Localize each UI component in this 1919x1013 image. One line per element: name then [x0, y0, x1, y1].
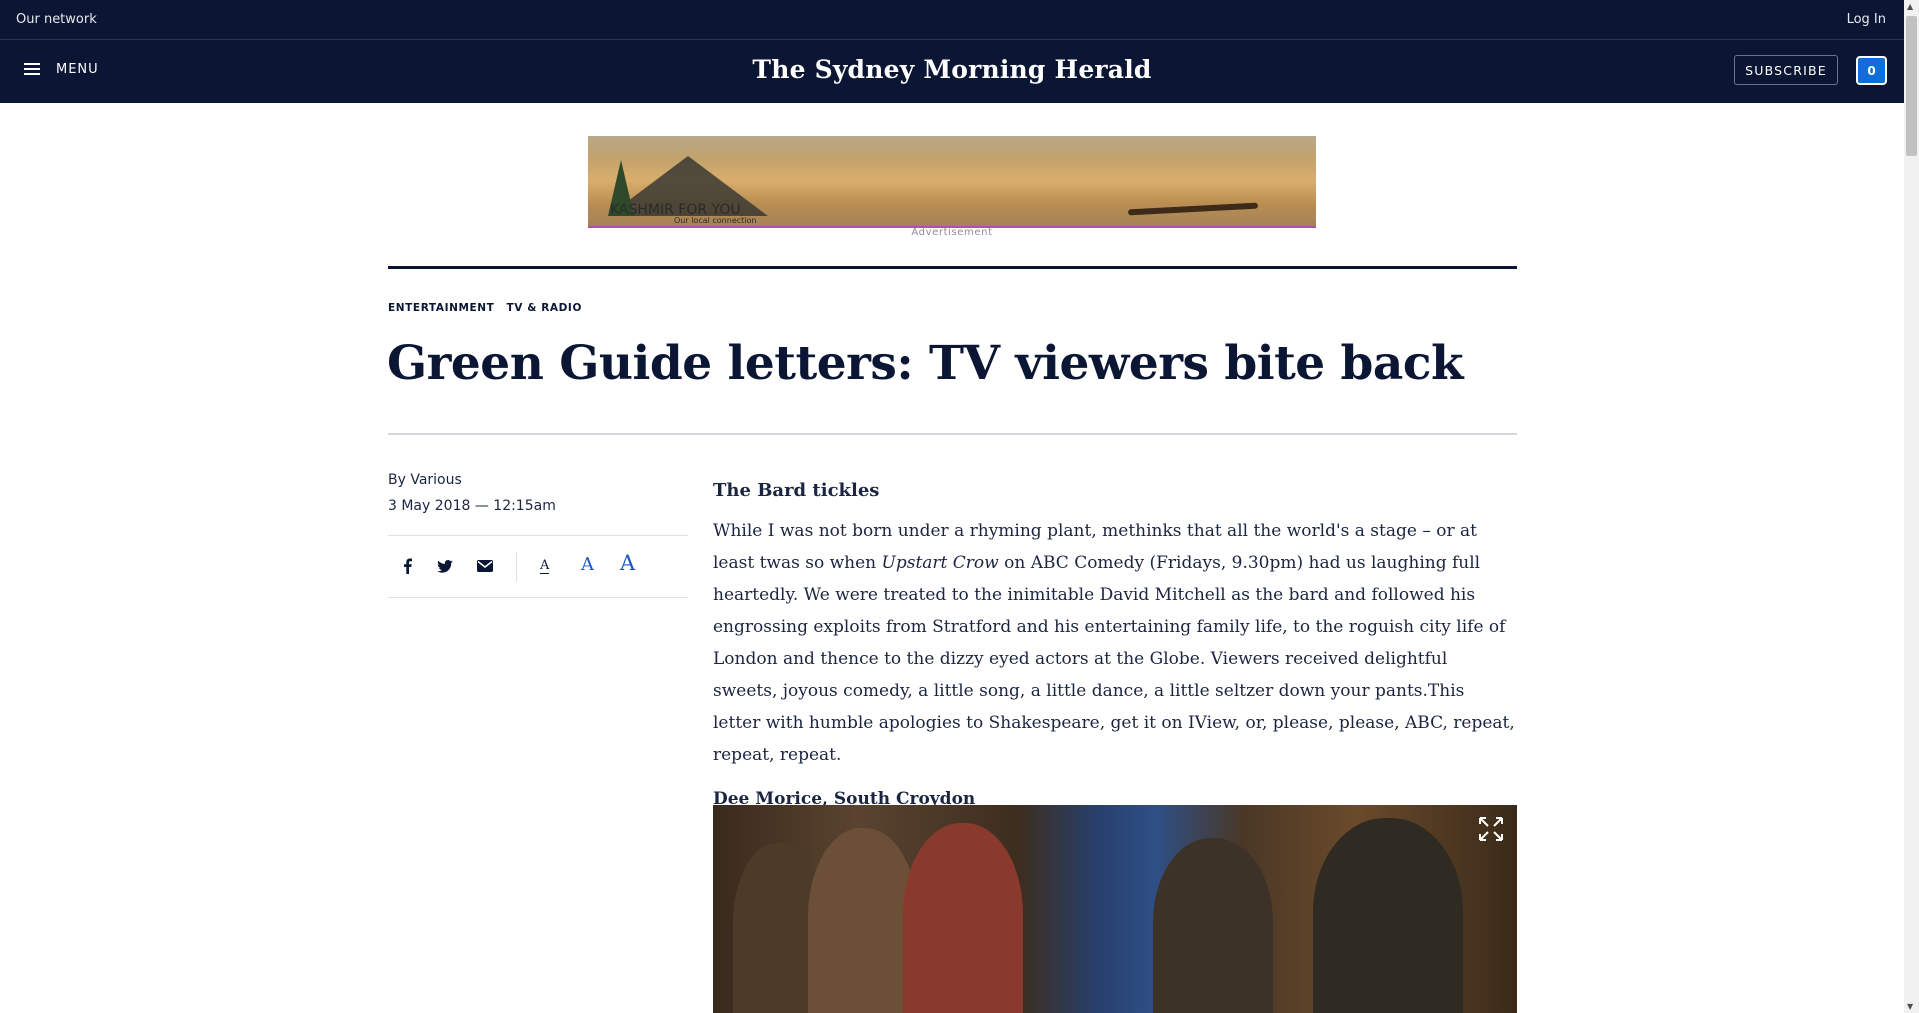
facebook-icon[interactable]	[400, 556, 414, 576]
paragraph-text-end: on ABC Comedy (Fridays, 9.30pm) had us l…	[713, 553, 1515, 765]
twitter-icon[interactable]	[436, 556, 454, 576]
scrollbar-thumb[interactable]	[1906, 16, 1917, 156]
kicker-entertainment[interactable]: ENTERTAINMENT	[388, 302, 494, 314]
scroll-up-icon[interactable]: ▲	[1907, 2, 1913, 11]
publish-date: 3 May 2018 — 12:15am	[388, 498, 556, 514]
advertisement-banner[interactable]: KASHMIR FOR YOU Our local connection	[588, 136, 1316, 228]
photo-figure	[808, 828, 918, 1013]
article-top-rule	[388, 266, 1517, 269]
photo-figure	[1313, 818, 1463, 1013]
headline-divider	[388, 433, 1517, 435]
expand-icon[interactable]	[1477, 815, 1505, 843]
article-photo[interactable]	[713, 805, 1517, 1013]
share-toolbar: A A A	[388, 535, 688, 598]
font-size-small-button[interactable]: A	[540, 558, 550, 574]
letter-subhead: The Bard tickles	[713, 480, 880, 501]
byline: By Various	[388, 472, 462, 488]
article-body: The Bard tickles While I was not born un…	[713, 480, 1517, 809]
network-bar: Our network Log In	[0, 0, 1904, 40]
login-link[interactable]: Log In	[1847, 12, 1886, 27]
show-title: Upstart Crow	[881, 553, 999, 573]
scrollbar[interactable]: ▲ ▼	[1904, 0, 1919, 1013]
cart-count-badge[interactable]: 0	[1856, 56, 1887, 85]
ad-tagline: Our local connection	[674, 216, 757, 225]
letter-paragraph: While I was not born under a rhyming pla…	[713, 515, 1517, 771]
toolbar-separator	[516, 552, 517, 582]
email-icon[interactable]	[476, 556, 494, 576]
subscribe-button[interactable]: SUBSCRIBE	[1734, 55, 1838, 85]
masthead-logo[interactable]: The Sydney Morning Herald	[0, 55, 1904, 84]
kicker-tv-radio[interactable]: TV & RADIO	[506, 302, 582, 314]
font-size-large-button[interactable]: A	[620, 551, 635, 575]
breadcrumb: ENTERTAINMENT TV & RADIO	[388, 302, 582, 314]
ad-boat-graphic	[1127, 202, 1259, 216]
photo-figure	[903, 823, 1023, 1013]
advertisement-label: Advertisement	[911, 227, 993, 238]
our-network-link[interactable]: Our network	[16, 12, 97, 27]
photo-figure	[1153, 838, 1273, 1013]
article-headline: Green Guide letters: TV viewers bite bac…	[387, 336, 1464, 391]
site-header: MENU The Sydney Morning Herald SUBSCRIBE…	[0, 40, 1904, 103]
font-size-medium-button[interactable]: A	[581, 554, 594, 575]
scroll-down-icon[interactable]: ▼	[1907, 1002, 1913, 1011]
